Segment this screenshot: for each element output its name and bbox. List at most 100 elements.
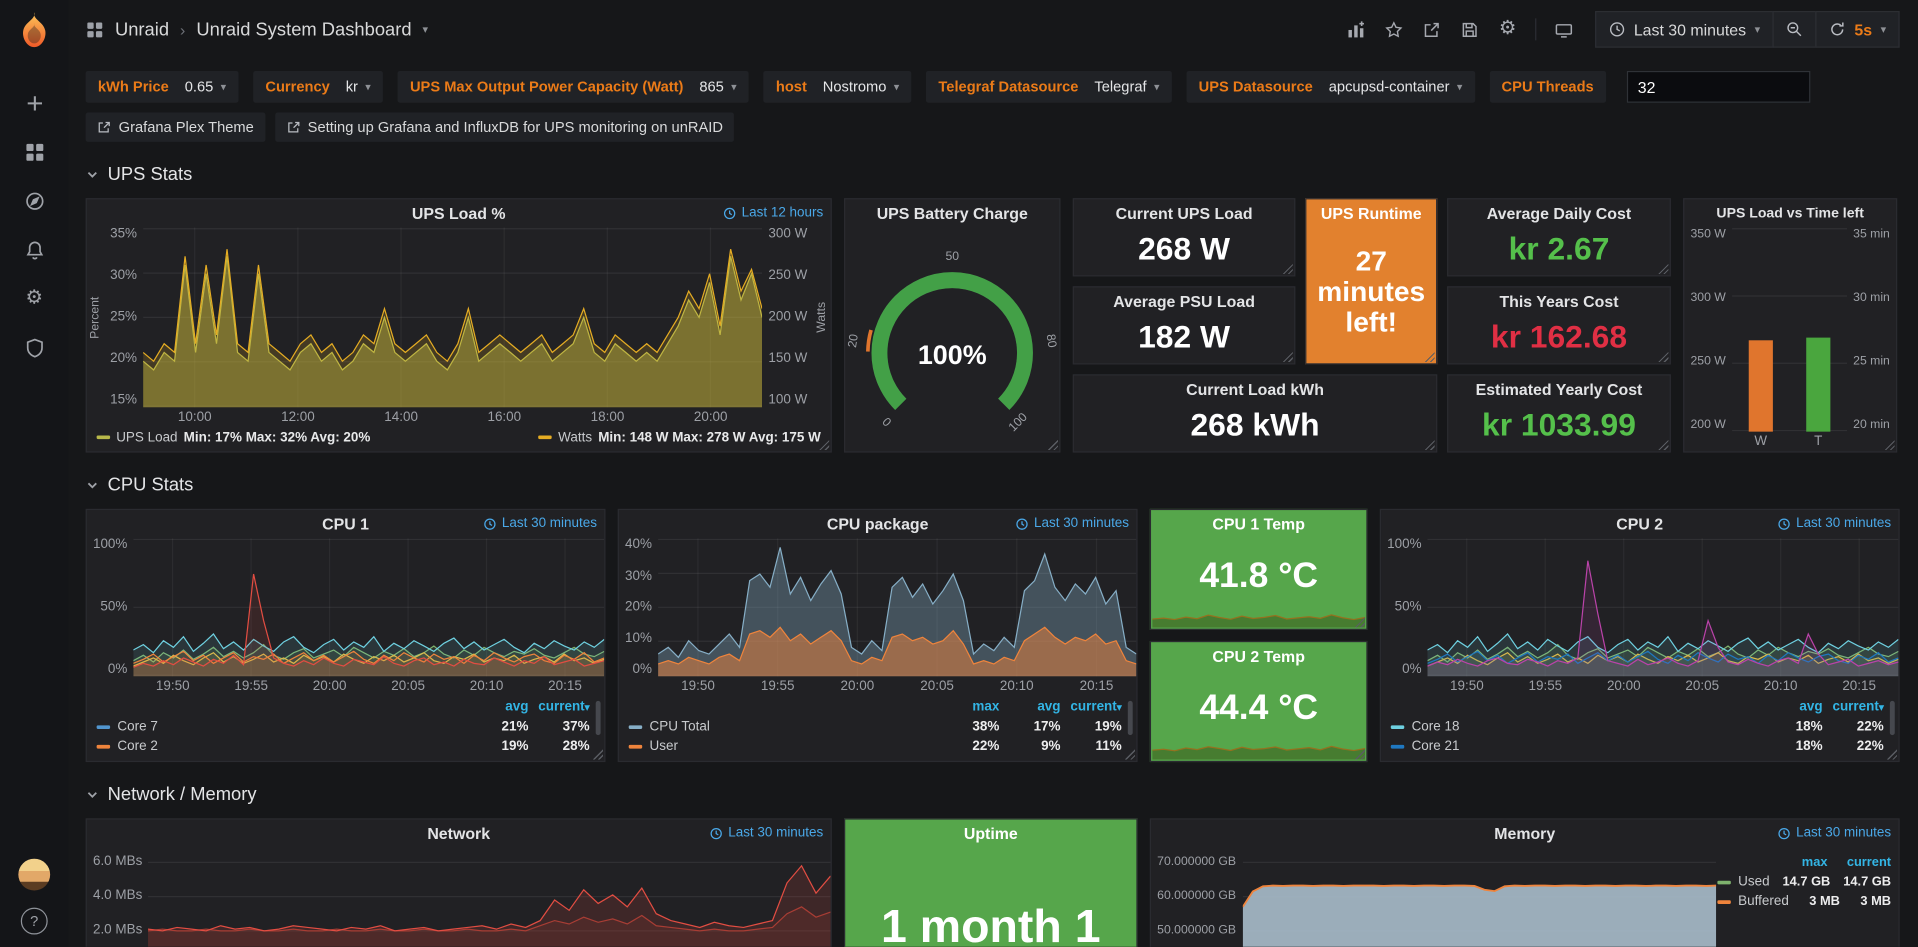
panel-ups-load: UPS Load % Last 12 hours Percent 35%30%2…: [86, 198, 832, 452]
zoom-out-button[interactable]: [1772, 11, 1816, 48]
refresh-button[interactable]: 5s ▾: [1815, 11, 1899, 48]
panel-current-load-kwh: Current Load kWh 268 kWh: [1073, 374, 1438, 452]
legend-header-avg[interactable]: avg: [467, 700, 528, 715]
configuration-gear-icon[interactable]: ⚙: [11, 280, 57, 317]
legend-item-watts[interactable]: WattsMin: 148 W Max: 278 W Avg: 175 W: [539, 430, 821, 445]
panel-title[interactable]: Current UPS Load: [1116, 204, 1253, 222]
create-plus-icon[interactable]: [11, 84, 57, 121]
add-panel-button[interactable]: [1339, 11, 1374, 48]
ups-bar-plot[interactable]: [1732, 228, 1847, 432]
panel-title[interactable]: Average PSU Load: [1113, 292, 1255, 310]
legend-header-current[interactable]: current▾: [1061, 700, 1122, 715]
panel-title[interactable]: Uptime: [964, 824, 1018, 842]
x-tick: 19:50: [658, 679, 738, 694]
cpu1-plot[interactable]: [134, 538, 605, 676]
alerting-bell-icon[interactable]: [11, 231, 57, 268]
panel-title[interactable]: Average Daily Cost: [1487, 204, 1631, 222]
user-avatar[interactable]: [18, 859, 50, 891]
y-axis-title-left: Percent: [87, 228, 104, 408]
grafana-logo-icon[interactable]: [12, 9, 56, 53]
legend-series-core7[interactable]: Core 7: [97, 719, 468, 734]
legend-series-buffered[interactable]: Buffered: [1717, 894, 1788, 909]
legend-series-core21[interactable]: Core 21: [1391, 739, 1762, 754]
panel-title[interactable]: CPU 1: [322, 515, 369, 533]
legend-series-core2[interactable]: Core 2: [97, 739, 468, 754]
x-tick: W: [1732, 434, 1790, 449]
x-tick: 19:55: [738, 679, 818, 694]
legend-header-max[interactable]: max: [938, 700, 999, 715]
y-tick: 60.000000 GB: [1157, 889, 1236, 902]
panel-average-psu-load: Average PSU Load 182 W: [1073, 286, 1296, 364]
panel-title[interactable]: UPS Runtime: [1321, 204, 1422, 222]
panel-title[interactable]: CPU package: [827, 515, 929, 533]
time-range-picker[interactable]: Last 30 minutes ▾: [1595, 11, 1774, 48]
dashboards-grid-icon[interactable]: [11, 133, 57, 170]
section-cpu-stats[interactable]: CPU Stats: [86, 470, 1900, 499]
legend-series-user[interactable]: User: [629, 739, 938, 754]
panel-title[interactable]: Estimated Yearly Cost: [1476, 380, 1643, 398]
y-tick: 30%: [110, 269, 137, 282]
breadcrumb-app[interactable]: Unraid: [115, 19, 169, 40]
panel-title[interactable]: Memory: [1494, 824, 1555, 842]
help-glyph: ?: [30, 913, 38, 930]
panel-cpu-package: CPU package Last 30 minutes 40%30%20%10%…: [618, 509, 1138, 762]
ups-load-plot[interactable]: [143, 228, 762, 408]
panel-title[interactable]: CPU 2 Temp: [1212, 647, 1304, 665]
panel-title[interactable]: UPS Load vs Time left: [1716, 206, 1863, 221]
network-plot[interactable]: [148, 848, 830, 947]
variable-host[interactable]: hostNostromo▾: [764, 71, 912, 103]
x-axis: 19:5019:5520:0020:0520:1020:15: [658, 676, 1136, 696]
section-network-memory[interactable]: Network / Memory: [86, 779, 1900, 808]
legend-scrollbar[interactable]: [596, 701, 601, 735]
legend-scrollbar[interactable]: [1128, 701, 1133, 735]
cpu2-plot[interactable]: [1428, 538, 1899, 676]
panel-title[interactable]: CPU 1 Temp: [1212, 515, 1304, 533]
panel-title[interactable]: Network: [427, 824, 490, 842]
dashboard-settings-button[interactable]: ⚙: [1490, 11, 1525, 48]
gear-glyph: ⚙: [25, 289, 43, 309]
legend-series-used[interactable]: Used: [1717, 875, 1769, 890]
legend-series-core18[interactable]: Core 18: [1391, 719, 1762, 734]
page-title[interactable]: Unraid System Dashboard: [196, 19, 411, 40]
section-ups-stats[interactable]: UPS Stats: [86, 159, 1900, 188]
y-tick: 25%: [110, 311, 137, 324]
legend-header-current[interactable]: current: [1827, 855, 1891, 870]
variable-kwh-price[interactable]: kWh Price0.65▾: [86, 71, 239, 103]
y-tick: 350 W: [1690, 228, 1725, 241]
link-grafana-plex-theme[interactable]: Grafana Plex Theme: [86, 113, 265, 142]
legend-series-cpu-total[interactable]: CPU Total: [629, 719, 938, 734]
cycle-view-tv-button[interactable]: [1546, 11, 1581, 48]
legend-header-avg[interactable]: avg: [1761, 700, 1822, 715]
legend-header-current[interactable]: current▾: [1823, 700, 1884, 715]
variable-ups-datasource[interactable]: UPS Datasourceapcupsd-container▾: [1186, 71, 1474, 103]
legend-item-ups-load[interactable]: UPS LoadMin: 17% Max: 32% Avg: 20%: [97, 430, 371, 445]
panel-title[interactable]: UPS Load %: [412, 204, 506, 222]
share-button[interactable]: [1414, 11, 1449, 48]
y-axis-left: 100%50%0%: [1381, 538, 1428, 676]
y-tick: 2.0 MBs: [93, 924, 142, 937]
variable-currency[interactable]: Currencykr▾: [253, 71, 383, 103]
link-ups-monitoring-guide[interactable]: Setting up Grafana and InfluxDB for UPS …: [275, 113, 734, 142]
panel-title[interactable]: UPS Battery Charge: [877, 204, 1028, 222]
variable-telegraf-datasource[interactable]: Telegraf DatasourceTelegraf▾: [926, 71, 1172, 103]
help-icon[interactable]: ?: [21, 908, 48, 935]
panel-title[interactable]: Current Load kWh: [1186, 380, 1324, 398]
legend-header-current[interactable]: current▾: [528, 700, 589, 715]
cpu-threads-input[interactable]: [1627, 71, 1810, 103]
legend-header-max[interactable]: max: [1764, 855, 1828, 870]
legend-marker: [629, 725, 642, 729]
panel-title[interactable]: This Years Cost: [1499, 292, 1618, 310]
legend-table: avg current▾ Core 18 18% 22% Core 21 18%…: [1381, 696, 1898, 761]
y-tick: 0%: [1402, 663, 1421, 676]
save-button[interactable]: [1452, 11, 1487, 48]
panel-title[interactable]: CPU 2: [1616, 515, 1663, 533]
variable-ups-max-power[interactable]: UPS Max Output Power Capacity (Watt)865▾: [398, 71, 749, 103]
cpu-package-plot[interactable]: [658, 538, 1136, 676]
explore-compass-icon[interactable]: [11, 182, 57, 219]
refresh-icon: [1829, 21, 1846, 38]
memory-plot[interactable]: [1242, 848, 1715, 947]
legend-scrollbar[interactable]: [1890, 701, 1895, 735]
server-admin-shield-icon[interactable]: [11, 329, 57, 366]
star-button[interactable]: [1377, 11, 1412, 48]
legend-header-avg[interactable]: avg: [999, 700, 1060, 715]
